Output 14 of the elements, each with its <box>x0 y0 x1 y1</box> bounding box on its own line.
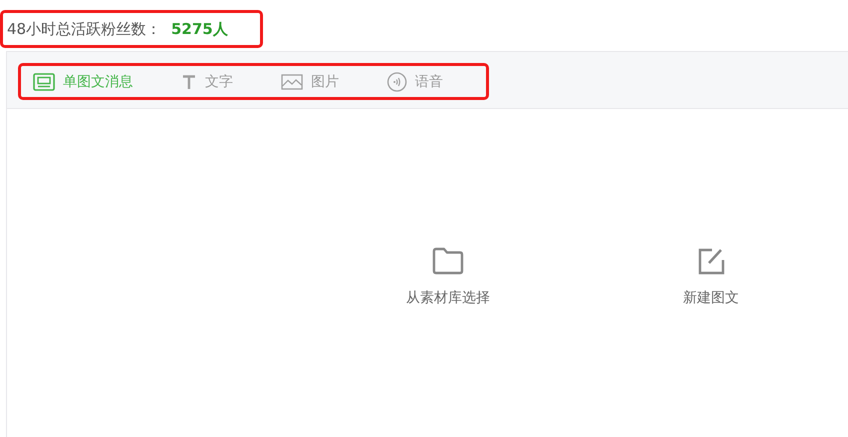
text-icon <box>181 74 197 90</box>
action-link[interactable]: 从素材库选择 <box>406 289 490 307</box>
message-type-tab[interactable]: 文字 <box>181 72 233 90</box>
edit-icon <box>697 247 725 275</box>
image-icon <box>281 74 303 90</box>
folder-icon <box>432 247 464 275</box>
message-type-tab[interactable]: 图片 <box>281 72 339 90</box>
message-type-tab[interactable]: 语音 <box>387 72 443 92</box>
monitor-icon <box>33 72 55 90</box>
summary-label: 48小时总活跃粉丝数： <box>7 20 162 38</box>
fan-count: 5275人 <box>171 20 228 38</box>
action-link[interactable]: 新建图文 <box>683 289 739 307</box>
message-type-tab[interactable]: 单图文消息 <box>33 72 133 90</box>
sound-icon <box>387 72 407 92</box>
